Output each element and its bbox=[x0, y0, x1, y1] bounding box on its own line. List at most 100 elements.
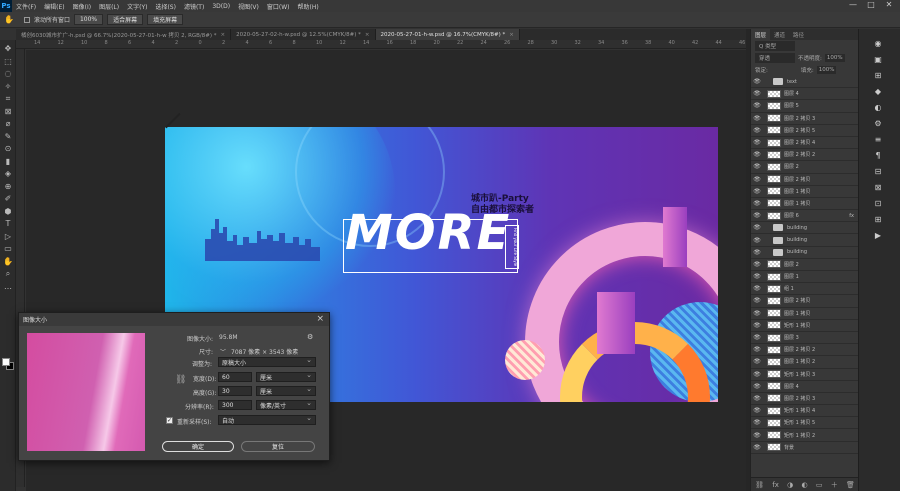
eye-icon[interactable]: 👁 bbox=[751, 127, 763, 134]
eye-icon[interactable]: 👁 bbox=[751, 358, 763, 365]
kind-filter-select[interactable]: Q 类型 bbox=[755, 41, 795, 51]
hand-tool-icon[interactable]: ✋ bbox=[3, 257, 13, 267]
hand-icon[interactable]: ✋ bbox=[4, 15, 14, 24]
type-tool-icon[interactable]: T bbox=[3, 219, 13, 229]
blend-mode-select[interactable]: 穿透 bbox=[755, 53, 795, 63]
eye-icon[interactable]: 👁 bbox=[751, 444, 763, 451]
layer-row[interactable]: 👁 组 1 bbox=[751, 283, 858, 296]
maximize-button[interactable]: □ bbox=[862, 0, 880, 9]
close-tab-icon[interactable]: × bbox=[365, 32, 370, 38]
rectangle-tool-icon[interactable]: ▭ bbox=[3, 244, 13, 254]
more-tools-icon[interactable]: … bbox=[3, 282, 13, 292]
dialog-titlebar[interactable]: 图像大小 × bbox=[19, 313, 329, 326]
layer-row[interactable]: 👁 building bbox=[751, 222, 858, 235]
layer-row[interactable]: 👁 矩形 1 拷贝 2 bbox=[751, 429, 858, 442]
minimize-button[interactable]: — bbox=[844, 0, 862, 9]
blur-icon[interactable]: ⬢ bbox=[3, 207, 13, 217]
eye-icon[interactable]: 👁 bbox=[751, 285, 763, 292]
mask-icon[interactable]: ◑ bbox=[787, 481, 793, 489]
fx-icon[interactable]: fx bbox=[772, 481, 779, 489]
zoom-100-button[interactable]: 100% bbox=[73, 14, 104, 25]
layer-row[interactable]: 👁 矩形 1 拷贝 3 bbox=[751, 369, 858, 381]
layer-row[interactable]: 👁 图层 3 bbox=[751, 332, 858, 345]
layer-row[interactable]: 👁 背景 bbox=[751, 442, 858, 454]
gear-icon[interactable]: ⚙ bbox=[307, 333, 313, 341]
eye-icon[interactable]: 👁 bbox=[751, 297, 763, 304]
width-unit-select[interactable]: 厘米 bbox=[256, 371, 316, 382]
lasso-tool-icon[interactable]: ◌ bbox=[3, 69, 13, 79]
eye-icon[interactable]: 👁 bbox=[751, 322, 763, 329]
gradients-icon[interactable]: ⊠ bbox=[871, 183, 885, 195]
swatches-icon[interactable]: ⊟ bbox=[871, 167, 885, 179]
menu-image[interactable]: 图像(I) bbox=[69, 2, 95, 11]
patterns-icon[interactable]: ⊡ bbox=[871, 199, 885, 211]
image-preview[interactable] bbox=[27, 333, 145, 451]
menu-filter[interactable]: 滤镜(T) bbox=[180, 2, 208, 11]
eye-icon[interactable]: 👁 bbox=[751, 310, 763, 317]
foreground-color-swatch[interactable] bbox=[2, 358, 10, 366]
adjustment-icon[interactable]: ◐ bbox=[801, 481, 807, 489]
new-group-icon[interactable]: ▭ bbox=[816, 481, 823, 489]
eye-icon[interactable]: 👁 bbox=[751, 115, 763, 122]
layer-row[interactable]: 👁 图层 1 拷贝 bbox=[751, 308, 858, 320]
eraser-icon[interactable]: ⊕ bbox=[3, 182, 13, 192]
stamp-tool-icon[interactable]: ▮ bbox=[3, 157, 13, 167]
resolution-unit-select[interactable]: 像素/英寸 bbox=[256, 399, 316, 410]
eye-icon[interactable]: 👁 bbox=[751, 407, 763, 414]
tab-document-1[interactable]: 橘创6030城市扩广-h.psd @ 66.7%(2020-05-27-01-h… bbox=[16, 29, 232, 40]
eye-icon[interactable]: 👁 bbox=[751, 432, 763, 439]
history-brush-icon[interactable]: ◈ bbox=[3, 169, 13, 179]
close-icon[interactable]: × bbox=[316, 314, 324, 324]
menu-file[interactable]: 文件(F) bbox=[12, 2, 40, 11]
eye-icon[interactable]: 👁 bbox=[751, 334, 763, 341]
path-select-icon[interactable]: ▷ bbox=[3, 232, 13, 242]
eye-icon[interactable]: 👁 bbox=[751, 78, 763, 85]
paragraph-icon[interactable]: ¶ bbox=[871, 151, 885, 163]
eye-icon[interactable]: 👁 bbox=[751, 346, 763, 353]
eye-icon[interactable]: 👁 bbox=[751, 383, 763, 390]
color-icon[interactable]: ◐ bbox=[871, 103, 885, 115]
eye-icon[interactable]: 👁 bbox=[751, 151, 763, 158]
trash-icon[interactable]: 🗑 bbox=[846, 481, 855, 489]
eye-icon[interactable]: 👁 bbox=[751, 273, 763, 280]
tab-channels[interactable]: 通道 bbox=[770, 29, 789, 40]
eye-icon[interactable]: 👁 bbox=[751, 419, 763, 426]
eye-icon[interactable]: 👁 bbox=[751, 200, 763, 207]
opacity-input[interactable]: 100% bbox=[824, 54, 845, 62]
layer-row[interactable]: 👁 图层 2 bbox=[751, 259, 858, 271]
menu-window[interactable]: 窗口(W) bbox=[263, 2, 294, 11]
eyedropper-icon[interactable]: ⌀ bbox=[3, 119, 13, 129]
layer-row[interactable]: 👁 矩形 1 拷贝 5 bbox=[751, 417, 858, 430]
tab-document-2[interactable]: 2020-05-27-02-h-w.psd @ 12.5%(CMYK/8#) *… bbox=[231, 29, 376, 40]
layer-row[interactable]: 👁 图层 2 bbox=[751, 161, 858, 174]
eye-icon[interactable]: 👁 bbox=[751, 395, 763, 402]
layer-row[interactable]: 👁 图层 5 bbox=[751, 100, 858, 113]
brush-tool-icon[interactable]: ⊙ bbox=[3, 144, 13, 154]
frame-tool-icon[interactable]: ⊠ bbox=[3, 107, 13, 117]
eye-icon[interactable]: 👁 bbox=[751, 249, 763, 256]
layer-row[interactable]: 👁 矩形 1 拷贝 bbox=[751, 320, 858, 332]
layer-row[interactable]: 👁 图层 4 bbox=[751, 381, 858, 393]
character-icon[interactable]: ≡ bbox=[871, 135, 885, 147]
horizontal-ruler[interactable]: 14 12 10 8 6 4 2 0 2 4 6 8 10 12 14 16 18 20 22 24 26 28 30 32 3… bbox=[16, 40, 746, 49]
layer-row[interactable]: 👁 图层 2 拷贝 bbox=[751, 295, 858, 308]
height-unit-select[interactable]: 厘米 bbox=[256, 385, 316, 396]
resolution-input[interactable]: 300 bbox=[218, 400, 252, 410]
layer-row[interactable]: 👁 图层 2 拷贝 5 bbox=[751, 125, 858, 137]
eye-icon[interactable]: 👁 bbox=[751, 188, 763, 195]
height-input[interactable]: 30 bbox=[218, 386, 252, 396]
layer-row[interactable]: 👁 图层 1 拷贝 bbox=[751, 186, 858, 198]
healing-brush-icon[interactable]: ✎ bbox=[3, 132, 13, 142]
layer-row[interactable]: 👁 图层 1 bbox=[751, 271, 858, 284]
layer-row[interactable]: 👁 矩形 1 拷贝 4 bbox=[751, 405, 858, 418]
new-layer-icon[interactable]: ＋ bbox=[831, 480, 838, 490]
layer-row[interactable]: 👁 图层 2 拷贝 3 bbox=[751, 393, 858, 406]
close-window-button[interactable]: ✕ bbox=[880, 0, 898, 9]
fill-input[interactable]: 100% bbox=[816, 66, 837, 74]
resample-select[interactable]: 自动 bbox=[218, 414, 316, 425]
menu-select[interactable]: 选择(S) bbox=[151, 2, 180, 11]
move-tool-icon[interactable]: ✥ bbox=[3, 44, 13, 54]
layer-row[interactable]: 👁 图层 4 bbox=[751, 88, 858, 101]
styles-icon[interactable]: ⊞ bbox=[871, 215, 885, 227]
reset-button[interactable]: 复位 bbox=[241, 441, 315, 452]
